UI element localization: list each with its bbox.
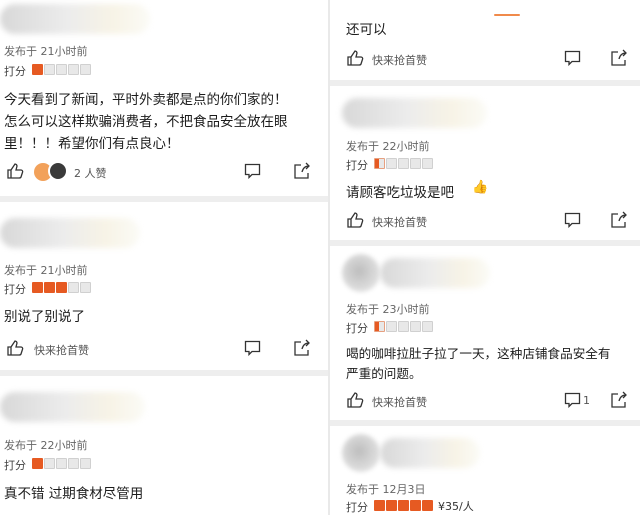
star-icon bbox=[422, 500, 433, 511]
comment-count: 1 bbox=[583, 394, 590, 407]
star-rating bbox=[374, 158, 434, 169]
blurred-username bbox=[342, 98, 487, 128]
star-icon bbox=[422, 158, 433, 169]
review-text-line: 今天看到了新闻，平时外卖都是点的你们家的！ bbox=[4, 92, 288, 108]
star-icon bbox=[398, 321, 409, 332]
star-icon bbox=[68, 282, 79, 293]
star-rating bbox=[374, 500, 434, 511]
blurred-avatar bbox=[342, 434, 380, 472]
left-review-panel: 发布于 21小时前 打分 今天看到了新闻，平时外卖都是点的你们家的！ 怎么可以这… bbox=[0, 0, 328, 515]
share-icon[interactable] bbox=[293, 339, 311, 357]
post-time: 发布于 12月3日 bbox=[346, 483, 426, 496]
star-icon bbox=[56, 64, 67, 75]
review-text-line: 请顾客吃垃圾是吧 bbox=[346, 185, 454, 201]
star-icon bbox=[374, 321, 385, 332]
star-icon bbox=[32, 64, 43, 75]
post-time: 发布于 21小时前 bbox=[4, 45, 88, 58]
price-per-person: ¥35/人 bbox=[438, 500, 474, 513]
liker-avatars bbox=[34, 161, 70, 181]
star-icon bbox=[44, 282, 55, 293]
star-icon bbox=[398, 500, 409, 511]
review-text-line: 严重的问题。 bbox=[346, 366, 422, 381]
like-icon[interactable] bbox=[6, 162, 24, 180]
star-icon bbox=[374, 158, 385, 169]
orange-indicator bbox=[494, 14, 520, 16]
like-count: 2 人赞 bbox=[74, 167, 107, 180]
star-icon bbox=[398, 158, 409, 169]
star-icon bbox=[410, 321, 421, 332]
blurred-avatar bbox=[342, 254, 380, 292]
blurred-username bbox=[380, 258, 490, 288]
comment-icon[interactable] bbox=[564, 50, 581, 66]
comment-icon[interactable] bbox=[564, 212, 581, 228]
star-rating bbox=[374, 321, 434, 332]
star-icon bbox=[68, 458, 79, 469]
score-label: 打分 bbox=[4, 459, 26, 472]
comment-icon[interactable] bbox=[564, 392, 581, 408]
star-icon bbox=[386, 321, 397, 332]
review-text-line: 别说了别说了 bbox=[4, 309, 85, 325]
comment-icon[interactable] bbox=[244, 163, 261, 179]
comment-divider bbox=[330, 80, 640, 86]
star-icon bbox=[56, 282, 67, 293]
review-text-line: 真不错 过期食材尽管用 bbox=[4, 486, 144, 502]
like-prompt[interactable]: 快来抢首赞 bbox=[372, 52, 427, 68]
blurred-username bbox=[0, 4, 150, 34]
star-rating bbox=[32, 458, 92, 469]
score-label: 打分 bbox=[346, 501, 368, 514]
share-icon[interactable] bbox=[610, 391, 628, 409]
star-icon bbox=[68, 64, 79, 75]
share-icon[interactable] bbox=[293, 162, 311, 180]
star-icon bbox=[386, 158, 397, 169]
like-icon[interactable] bbox=[346, 49, 364, 67]
like-icon[interactable] bbox=[346, 211, 364, 229]
like-icon[interactable] bbox=[346, 391, 364, 409]
like-prompt[interactable]: 快来抢首赞 bbox=[34, 342, 89, 358]
star-rating bbox=[32, 64, 92, 75]
star-icon bbox=[410, 158, 421, 169]
comment-divider bbox=[0, 196, 328, 202]
post-time: 发布于 22小时前 bbox=[346, 140, 430, 153]
review-text-line: 还可以 bbox=[346, 22, 387, 38]
star-icon bbox=[56, 458, 67, 469]
like-icon[interactable] bbox=[6, 339, 24, 357]
star-icon bbox=[422, 321, 433, 332]
star-icon bbox=[80, 282, 91, 293]
star-icon bbox=[44, 458, 55, 469]
star-icon bbox=[32, 458, 43, 469]
comment-divider bbox=[330, 420, 640, 426]
blurred-username bbox=[0, 218, 140, 248]
share-icon[interactable] bbox=[610, 49, 628, 67]
star-icon bbox=[386, 500, 397, 511]
score-label: 打分 bbox=[4, 65, 26, 78]
right-review-panel: 还可以 快来抢首赞 发布于 22小时前 打分 请顾客吃垃圾是吧 👍 快来抢首赞 … bbox=[330, 0, 640, 515]
review-text-line: 里！！！希望你们有点良心！ bbox=[4, 136, 180, 152]
blurred-username bbox=[380, 438, 480, 468]
star-icon bbox=[374, 500, 385, 511]
blurred-username bbox=[0, 392, 145, 422]
star-icon bbox=[80, 64, 91, 75]
star-icon bbox=[32, 282, 43, 293]
review-text-line: 喝的咖啡拉肚子拉了一天，这种店铺食品安全有 bbox=[346, 346, 611, 361]
score-label: 打分 bbox=[4, 283, 26, 296]
thumbs-up-emoji: 👍 bbox=[472, 180, 489, 195]
score-label: 打分 bbox=[346, 159, 368, 172]
post-time: 发布于 23小时前 bbox=[346, 303, 430, 316]
score-label: 打分 bbox=[346, 322, 368, 335]
star-icon bbox=[44, 64, 55, 75]
star-icon bbox=[80, 458, 91, 469]
comment-divider bbox=[0, 370, 328, 376]
star-rating bbox=[32, 282, 92, 293]
share-icon[interactable] bbox=[610, 211, 628, 229]
like-prompt[interactable]: 快来抢首赞 bbox=[372, 214, 427, 230]
post-time: 发布于 22小时前 bbox=[4, 439, 88, 452]
review-text-line: 怎么可以这样欺骗消费者，不把食品安全放在眼 bbox=[4, 114, 288, 130]
star-icon bbox=[410, 500, 421, 511]
comment-icon[interactable] bbox=[244, 340, 261, 356]
like-prompt[interactable]: 快来抢首赞 bbox=[372, 394, 427, 410]
post-time: 发布于 21小时前 bbox=[4, 264, 88, 277]
comment-divider bbox=[330, 240, 640, 246]
